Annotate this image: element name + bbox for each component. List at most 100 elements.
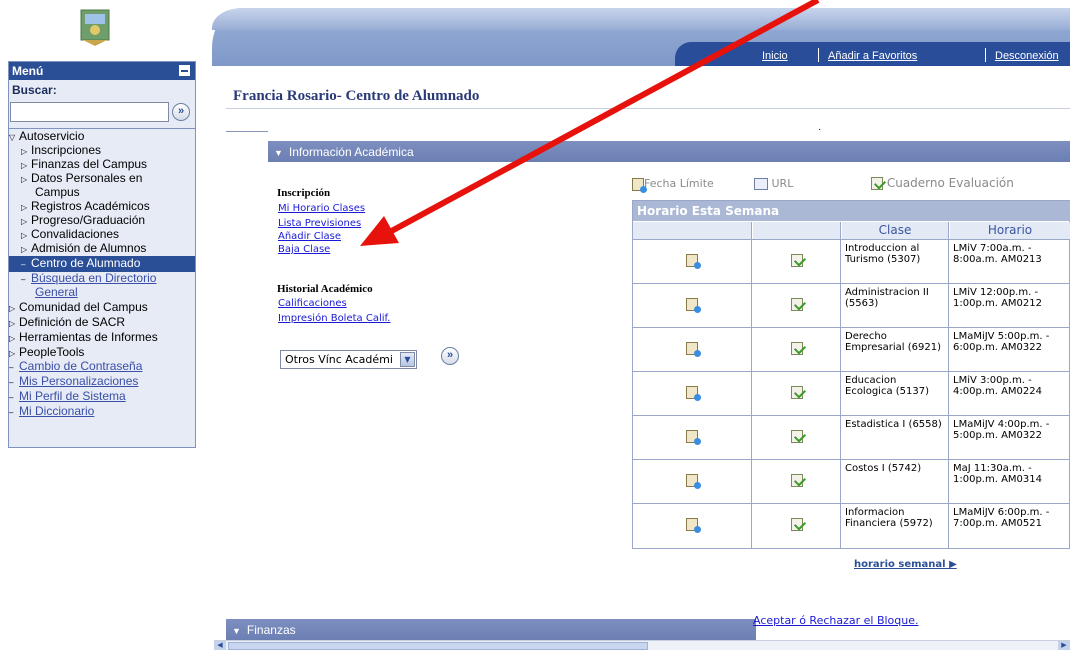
add-class-link[interactable]: Añadir Clase: [278, 231, 341, 242]
col-header-time: Horario: [950, 222, 1070, 239]
my-schedule-link[interactable]: Mi Horario Clases: [278, 203, 365, 214]
deadline-cell: [633, 416, 752, 460]
nav-add-favorites-link[interactable]: Añadir a Favoritos: [828, 50, 917, 62]
other-links-go-button[interactable]: »: [441, 347, 459, 365]
class-time: LMiV 12:00p.m. - 1:00p.m. AM0212: [953, 287, 1042, 309]
menu-item-comunidad[interactable]: ▷ Comunidad del Campus: [9, 300, 195, 316]
gradebook-cell: [753, 460, 841, 504]
nav-separator: [985, 48, 986, 62]
dash-icon: –: [21, 260, 26, 269]
nav-logout-link[interactable]: Desconexión: [995, 50, 1059, 62]
nav-home-link[interactable]: Inicio: [762, 50, 788, 62]
section-divider: [226, 131, 268, 132]
class-cell: Administracion II (5563): [842, 284, 949, 328]
time-cell: LMiV 3:00p.m. - 4:00p.m. AM0224: [950, 372, 1070, 416]
menu-item-busqueda-directorio-cont[interactable]: General: [9, 285, 195, 299]
col-header-class: Clase: [842, 222, 949, 239]
academic-info-section-header[interactable]: ▼ Información Académica: [268, 141, 1070, 162]
col-header-gradebook: [753, 222, 841, 239]
class-cell: Educacion Ecologica (5137): [842, 372, 949, 416]
calendar-info-icon[interactable]: [686, 518, 701, 533]
class-time: LMaMiJV 4:00p.m. - 5:00p.m. AM0322: [953, 419, 1050, 441]
minimize-icon[interactable]: [179, 65, 190, 76]
class-time: LMiV 3:00p.m. - 4:00p.m. AM0224: [953, 375, 1042, 397]
triangle-right-icon: ▷: [9, 319, 16, 328]
other-academic-links-select[interactable]: Otros Vínc Académi ▼: [280, 350, 417, 369]
deadline-cell: [633, 284, 752, 328]
sidebar-menu: Menú Buscar: » ▽ Autoservicio ▷ Inscripcio…: [8, 61, 196, 448]
triangle-right-icon: ▷: [9, 334, 16, 343]
gradebook-cell: [753, 284, 841, 328]
class-cell: Derecho Empresarial (6921): [842, 328, 949, 372]
class-name: Administracion II (5563): [845, 287, 929, 309]
gradebook-check-icon[interactable]: [791, 430, 803, 443]
calendar-info-icon[interactable]: [686, 298, 701, 313]
table-row: Educacion Ecologica (5137) LMiV 3:00p.m. …: [633, 371, 1070, 416]
gradebook-check-icon[interactable]: [791, 518, 803, 531]
table-row: Administracion II (5563) LMiV 12:00p.m. -…: [633, 283, 1070, 328]
shopping-cart-link[interactable]: Lista Previsiones: [278, 218, 361, 229]
grades-link[interactable]: Calificaciones: [278, 298, 347, 309]
time-cell: LMaMiJV 5:00p.m. - 6:00p.m. AM0322: [950, 328, 1070, 372]
deadline-cell: [633, 240, 752, 284]
weekly-schedule-link[interactable]: horario semanal ▶: [854, 559, 957, 570]
dash-icon: –: [9, 378, 14, 387]
table-row: Costos I (5742) MaJ 11:30a.m. - 1:00p.m. …: [633, 459, 1070, 504]
search-go-button[interactable]: »: [172, 103, 190, 121]
url-icon: [754, 178, 768, 190]
time-cell: LMaMiJV 4:00p.m. - 5:00p.m. AM0322: [950, 416, 1070, 460]
gradebook-check-icon[interactable]: [791, 342, 803, 355]
drop-class-link[interactable]: Baja Clase: [278, 244, 330, 255]
title-divider: [226, 108, 1070, 109]
gradebook-check-icon: [871, 177, 883, 190]
gradebook-check-icon[interactable]: [791, 298, 803, 311]
menu-item-perfil-sistema[interactable]: – Mi Perfil de Sistema: [9, 389, 195, 405]
time-cell: LMiV 12:00p.m. - 1:00p.m. AM0212: [950, 284, 1070, 328]
calendar-info-icon[interactable]: [686, 474, 701, 489]
deadline-cell: [633, 504, 752, 548]
horizontal-scrollbar[interactable]: ◀ ▶: [214, 640, 1070, 650]
print-report-card-link[interactable]: Impresión Boleta Calif.: [278, 313, 390, 324]
scroll-left-icon[interactable]: ◀: [214, 641, 226, 650]
gradebook-cell: [753, 240, 841, 284]
scrollbar-thumb[interactable]: [228, 642, 648, 650]
calendar-info-icon[interactable]: [686, 386, 701, 401]
calendar-info-icon: [632, 177, 647, 193]
enrollment-heading: Inscripción: [277, 187, 331, 199]
menu-item-personalizaciones[interactable]: – Mis Personalizaciones: [9, 374, 195, 390]
gradebook-cell: [753, 328, 841, 372]
menu-item-datos-personales-cont[interactable]: Campus: [9, 185, 195, 199]
schedule-title: Horario Esta Semana: [633, 201, 1070, 221]
menu-item-definicion-sacr[interactable]: ▷ Definición de SACR: [9, 315, 195, 331]
menu-title: Menú: [12, 64, 44, 78]
menu-item-herramientas[interactable]: ▷ Herramientas de Informes: [9, 330, 195, 346]
class-cell: Estadistica I (6558): [842, 416, 949, 460]
class-time: LMaMiJV 5:00p.m. - 6:00p.m. AM0322: [953, 331, 1050, 353]
menu-item-cambio-contrasena[interactable]: – Cambio de Contraseña: [9, 359, 195, 375]
dash-icon: –: [9, 363, 14, 372]
menu-item-admision[interactable]: ▷ Admisión de Alumnos: [9, 241, 195, 257]
accept-reject-block-link[interactable]: Aceptar ó Rechazar el Bloque.: [753, 614, 919, 627]
menu-item-diccionario[interactable]: – Mi Diccionario: [9, 404, 195, 420]
finances-section-header[interactable]: ▼ Finanzas: [226, 619, 756, 640]
table-row: Informacion Financiera (5972) LMaMiJV 6:0…: [633, 503, 1070, 548]
menu-header: Menú: [9, 62, 195, 80]
table-row: Derecho Empresarial (6921) LMaMiJV 5:00p.…: [633, 327, 1070, 372]
col-header-deadline: [633, 222, 752, 239]
triangle-right-icon: ▷: [21, 245, 28, 254]
gradebook-cell: [753, 372, 841, 416]
menu-search-input[interactable]: [10, 102, 169, 122]
scroll-right-icon[interactable]: ▶: [1058, 641, 1070, 650]
calendar-info-icon[interactable]: [686, 430, 701, 445]
arrow-right-icon: ▶: [949, 559, 957, 570]
class-time: LMaMiJV 6:00p.m. - 7:00p.m. AM0521: [953, 507, 1050, 529]
chevron-down-icon[interactable]: ▼: [400, 352, 415, 367]
gradebook-check-icon[interactable]: [791, 254, 803, 267]
gradebook-check-icon[interactable]: [791, 474, 803, 487]
class-name: Costos I (5742): [845, 463, 922, 474]
calendar-info-icon[interactable]: [686, 342, 701, 357]
gradebook-check-icon[interactable]: [791, 386, 803, 399]
class-time: LMiV 7:00a.m. - 8:00a.m. AM0213: [953, 243, 1042, 265]
menu-item-centro-alumnado[interactable]: – Centro de Alumnado: [9, 256, 195, 272]
calendar-info-icon[interactable]: [686, 254, 701, 269]
